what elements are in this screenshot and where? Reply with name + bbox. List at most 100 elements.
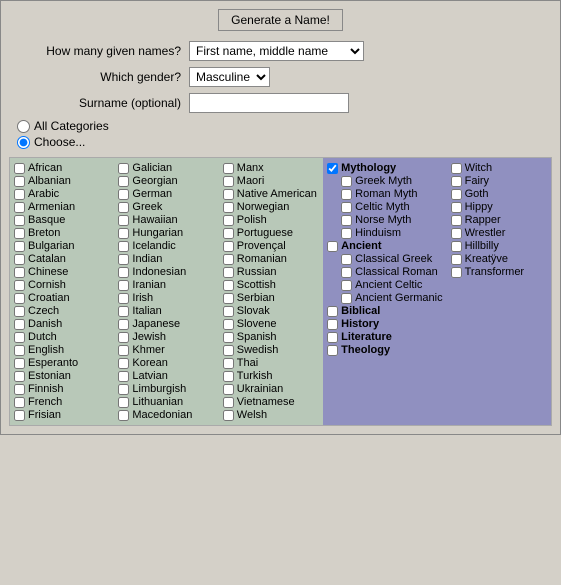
checkbox-goth[interactable] bbox=[451, 189, 462, 200]
checkbox-swedish[interactable] bbox=[223, 345, 234, 356]
checkbox-norwegian[interactable] bbox=[223, 202, 234, 213]
checkbox-hinduism[interactable] bbox=[341, 228, 352, 239]
checkbox-wrestler[interactable] bbox=[451, 228, 462, 239]
checkbox-jewish[interactable] bbox=[118, 332, 129, 343]
checkbox-transformer[interactable] bbox=[451, 267, 462, 278]
checkbox-estonian[interactable] bbox=[14, 371, 25, 382]
checkbox-cornish[interactable] bbox=[14, 280, 25, 291]
checkbox-theology[interactable] bbox=[327, 345, 338, 356]
checkbox-catalan[interactable] bbox=[14, 254, 25, 265]
checkbox-vietnamese[interactable] bbox=[223, 397, 234, 408]
item-label: Slovene bbox=[237, 318, 277, 330]
checkbox-biblical[interactable] bbox=[327, 306, 338, 317]
checkbox-portuguese[interactable] bbox=[223, 228, 234, 239]
checkbox-witch[interactable] bbox=[451, 163, 462, 174]
choose-radio[interactable] bbox=[17, 136, 30, 149]
list-item: Jewish bbox=[118, 331, 214, 343]
checkbox-history[interactable] bbox=[327, 319, 338, 330]
checkbox-bulgarian[interactable] bbox=[14, 241, 25, 252]
checkbox-turkish[interactable] bbox=[223, 371, 234, 382]
checkbox-rapper[interactable] bbox=[451, 215, 462, 226]
checkbox-slovak[interactable] bbox=[223, 306, 234, 317]
checkbox-german[interactable] bbox=[118, 189, 129, 200]
checkbox-native-american[interactable] bbox=[223, 189, 234, 200]
checkbox-serbian[interactable] bbox=[223, 293, 234, 304]
checkbox-italian[interactable] bbox=[118, 306, 129, 317]
checkbox-maori[interactable] bbox=[223, 176, 234, 187]
checkbox-khmer[interactable] bbox=[118, 345, 129, 356]
checkbox-esperanto[interactable] bbox=[14, 358, 25, 369]
checkbox-mythology[interactable] bbox=[327, 163, 338, 174]
item-label: Polish bbox=[237, 214, 267, 226]
checkbox-manx[interactable] bbox=[223, 163, 234, 174]
checkbox-finnish[interactable] bbox=[14, 384, 25, 395]
checkbox-galician[interactable] bbox=[118, 163, 129, 174]
checkbox-dutch[interactable] bbox=[14, 332, 25, 343]
all-categories-radio[interactable] bbox=[17, 120, 30, 133]
checkbox-greek-myth[interactable] bbox=[341, 176, 352, 187]
list-item: African bbox=[14, 162, 110, 174]
checkbox-romanian[interactable] bbox=[223, 254, 234, 265]
checkbox-ukrainian[interactable] bbox=[223, 384, 234, 395]
given-names-select[interactable]: First name only First name, middle name … bbox=[189, 41, 364, 61]
checkbox-croatian[interactable] bbox=[14, 293, 25, 304]
checkbox-limburgish[interactable] bbox=[118, 384, 129, 395]
section-label: Literature bbox=[341, 331, 392, 343]
checkbox-roman-myth[interactable] bbox=[341, 189, 352, 200]
checkbox-french[interactable] bbox=[14, 397, 25, 408]
surname-input[interactable] bbox=[189, 93, 349, 113]
checkbox-celtic-myth[interactable] bbox=[341, 202, 352, 213]
all-categories-option[interactable]: All Categories bbox=[17, 119, 552, 133]
checkbox-spanish[interactable] bbox=[223, 332, 234, 343]
checkbox-georgian[interactable] bbox=[118, 176, 129, 187]
checkbox-iranian[interactable] bbox=[118, 280, 129, 291]
checkbox-classical-greek[interactable] bbox=[341, 254, 352, 265]
checkbox-polish[interactable] bbox=[223, 215, 234, 226]
checkbox-arabic[interactable] bbox=[14, 189, 25, 200]
checkbox-fairy[interactable] bbox=[451, 176, 462, 187]
item-label: Basque bbox=[28, 214, 65, 226]
generate-button[interactable]: Generate a Name! bbox=[218, 9, 343, 31]
checkbox-albanian[interactable] bbox=[14, 176, 25, 187]
checkbox-korean[interactable] bbox=[118, 358, 129, 369]
checkbox-hungarian[interactable] bbox=[118, 228, 129, 239]
checkbox-classical-roman[interactable] bbox=[341, 267, 352, 278]
checkbox-czech[interactable] bbox=[14, 306, 25, 317]
checkbox-hillbilly[interactable] bbox=[451, 241, 462, 252]
checkbox-indonesian[interactable] bbox=[118, 267, 129, 278]
checkbox-latvian[interactable] bbox=[118, 371, 129, 382]
checkbox-russian[interactable] bbox=[223, 267, 234, 278]
checkbox-danish[interactable] bbox=[14, 319, 25, 330]
checkbox-irish[interactable] bbox=[118, 293, 129, 304]
checkbox-hippy[interactable] bbox=[451, 202, 462, 213]
checkbox-scottish[interactable] bbox=[223, 280, 234, 291]
checkbox-icelandic[interactable] bbox=[118, 241, 129, 252]
checkbox-provençal[interactable] bbox=[223, 241, 234, 252]
checkbox-norse-myth[interactable] bbox=[341, 215, 352, 226]
gender-select[interactable]: Masculine Feminine Either bbox=[189, 67, 270, 87]
checkbox-welsh[interactable] bbox=[223, 410, 234, 421]
checkbox-thai[interactable] bbox=[223, 358, 234, 369]
checkbox-ancient-celtic[interactable] bbox=[341, 280, 352, 291]
checkbox-english[interactable] bbox=[14, 345, 25, 356]
item-label: Maori bbox=[237, 175, 265, 187]
checkbox-african[interactable] bbox=[14, 163, 25, 174]
checkbox-armenian[interactable] bbox=[14, 202, 25, 213]
checkbox-literature[interactable] bbox=[327, 332, 338, 343]
checkbox-chinese[interactable] bbox=[14, 267, 25, 278]
choose-option[interactable]: Choose... bbox=[17, 135, 552, 149]
checkbox-greek[interactable] bbox=[118, 202, 129, 213]
checkbox-kreatÿve[interactable] bbox=[451, 254, 462, 265]
checkbox-slovene[interactable] bbox=[223, 319, 234, 330]
checkbox-ancient[interactable] bbox=[327, 241, 338, 252]
checkbox-frisian[interactable] bbox=[14, 410, 25, 421]
checkbox-japanese[interactable] bbox=[118, 319, 129, 330]
checkbox-breton[interactable] bbox=[14, 228, 25, 239]
item-label: Macedonian bbox=[132, 409, 192, 421]
checkbox-ancient-germanic[interactable] bbox=[341, 293, 352, 304]
checkbox-indian[interactable] bbox=[118, 254, 129, 265]
checkbox-hawaiian[interactable] bbox=[118, 215, 129, 226]
checkbox-basque[interactable] bbox=[14, 215, 25, 226]
checkbox-lithuanian[interactable] bbox=[118, 397, 129, 408]
checkbox-macedonian[interactable] bbox=[118, 410, 129, 421]
